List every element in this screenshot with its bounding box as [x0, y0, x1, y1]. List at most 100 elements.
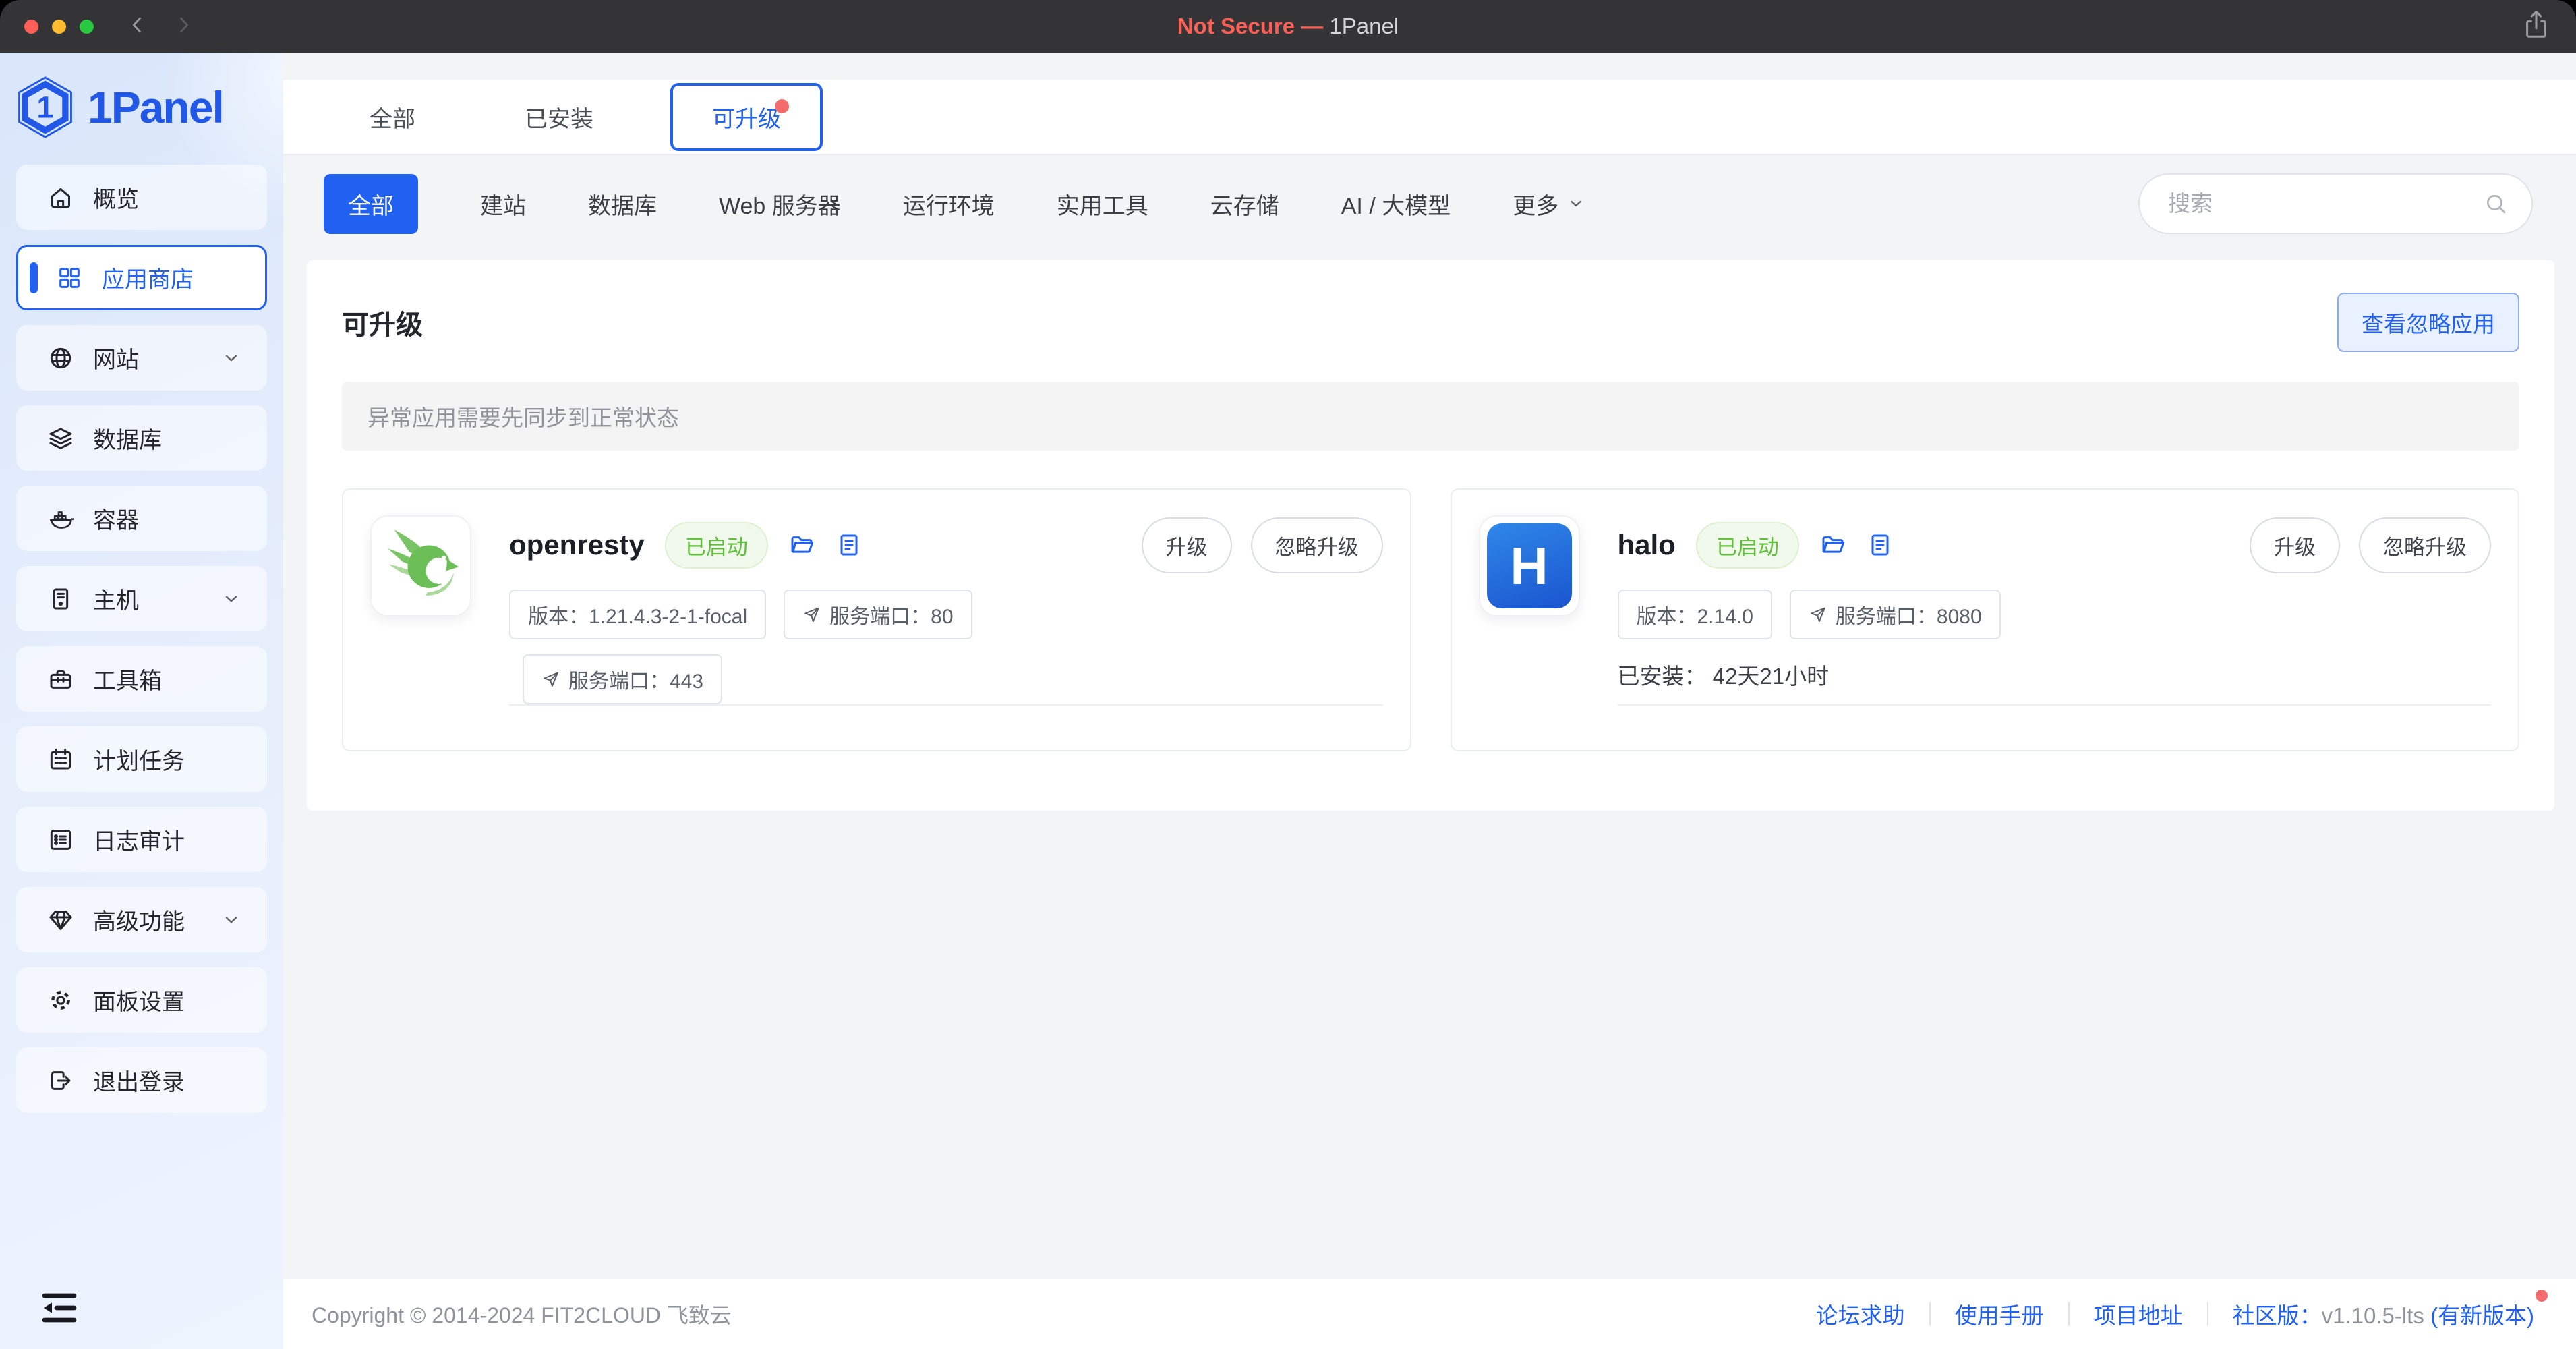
app-store-tabs: 全部 已安装 可升级: [283, 80, 2576, 154]
category-more[interactable]: 更多: [1513, 188, 1585, 221]
search-input[interactable]: [2168, 191, 2483, 217]
category-all[interactable]: 全部: [324, 174, 418, 234]
category-website[interactable]: 建站: [480, 188, 526, 221]
upgradable-panel: 可升级 查看忽略应用 异常应用需要先同步到正常状态: [307, 260, 2554, 811]
folder-icon[interactable]: [788, 532, 815, 558]
port-tag[interactable]: 服务端口：80: [784, 590, 972, 639]
search-box: [2138, 173, 2533, 234]
sidebar-item-label: 概览: [93, 181, 139, 214]
sidebar-menu: 概览 应用商店 网站: [0, 159, 283, 1273]
gear-icon: [47, 987, 74, 1014]
home-icon: [47, 184, 74, 211]
sidebar-item-label: 容器: [93, 502, 139, 535]
version-tag: 版本：1.21.4.3-2-1-focal: [509, 590, 766, 639]
openresty-app-icon: [370, 515, 471, 616]
sidebar-item-advanced[interactable]: 高级功能: [16, 887, 267, 952]
category-toolbar: 全部 建站 数据库 Web 服务器 运行环境 实用工具 云存储 AI / 大模型…: [283, 171, 2576, 236]
share-icon[interactable]: [2521, 8, 2552, 45]
main-content: 全部 已安装 可升级 全部 建站 数据库 Web 服务器 运行环境 实用工具 云…: [283, 53, 2576, 1349]
globe-icon: [47, 345, 74, 372]
divider: [2068, 1302, 2070, 1325]
section-title: 可升级: [342, 303, 423, 342]
log-file-icon[interactable]: [836, 532, 862, 558]
installed-duration: 已安装： 42天21小时: [1618, 658, 2492, 691]
docker-whale-icon: [47, 505, 74, 532]
halo-app-icon: H: [1479, 515, 1580, 616]
app-card-halo: H halo 已启动: [1451, 488, 2520, 751]
footer-link-manual[interactable]: 使用手册: [1955, 1298, 2044, 1330]
chevron-down-icon: [221, 348, 241, 368]
server-icon: [47, 585, 74, 612]
sidebar-item-overview[interactable]: 概览: [16, 165, 267, 230]
version-tag: 版本：2.14.0: [1618, 590, 1772, 639]
category-web-server[interactable]: Web 服务器: [719, 188, 841, 221]
ignore-upgrade-button[interactable]: 忽略升级: [1251, 517, 1383, 573]
minimize-window-button[interactable]: [52, 20, 66, 34]
version-info[interactable]: 社区版：v1.10.5-lts (有新版本): [2233, 1298, 2548, 1330]
footer-link-project[interactable]: 项目地址: [2094, 1298, 2183, 1330]
close-window-button[interactable]: [24, 20, 38, 34]
category-cloud-storage[interactable]: 云存储: [1210, 188, 1279, 221]
tab-upgradable[interactable]: 可升级: [670, 83, 823, 151]
app-name: openresty: [509, 529, 645, 561]
sidebar-item-container[interactable]: 容器: [16, 486, 267, 551]
category-database[interactable]: 数据库: [588, 188, 657, 221]
upgrade-button[interactable]: 升级: [2250, 517, 2340, 573]
sidebar-item-settings[interactable]: 面板设置: [16, 967, 267, 1033]
port-link-icon: [802, 605, 821, 624]
sidebar-item-label: 数据库: [93, 422, 162, 455]
status-badge: 已启动: [1696, 522, 1799, 569]
category-runtime[interactable]: 运行环境: [903, 188, 995, 221]
sidebar-item-logout[interactable]: 退出登录: [16, 1047, 267, 1113]
app-card-openresty: openresty 已启动 升级 忽略升级: [342, 488, 1411, 751]
sidebar-item-label: 日志审计: [93, 823, 185, 856]
view-ignored-apps-button[interactable]: 查看忽略应用: [2337, 293, 2519, 352]
chevron-down-icon: [1567, 194, 1585, 213]
new-version-dot-badge: [2536, 1290, 2548, 1302]
upgrade-button[interactable]: 升级: [1142, 517, 1232, 573]
sync-notice: 异常应用需要先同步到正常状态: [342, 382, 2519, 451]
footer: Copyright © 2014-2024 FIT2CLOUD 飞致云 论坛求助…: [283, 1279, 2576, 1349]
category-ai[interactable]: AI / 大模型: [1341, 188, 1451, 221]
sidebar-item-label: 应用商店: [102, 261, 194, 294]
diamond-icon: [47, 907, 74, 934]
port-tag[interactable]: 服务端口：443: [523, 654, 722, 704]
sidebar-item-database[interactable]: 数据库: [16, 405, 267, 471]
sidebar-item-cron[interactable]: 计划任务: [16, 726, 267, 792]
browser-window: Not Secure — 1Panel 1 1Panel: [0, 0, 2576, 1349]
divider: [2207, 1302, 2208, 1325]
log-file-icon[interactable]: [1867, 532, 1894, 558]
logo-text: 1Panel: [88, 82, 223, 133]
forward-icon[interactable]: [172, 13, 195, 40]
sidebar-item-label: 计划任务: [93, 743, 185, 776]
sidebar: 1 1Panel 概览 应用商店: [0, 53, 283, 1349]
category-tools[interactable]: 实用工具: [1057, 188, 1148, 221]
sidebar-item-label: 网站: [93, 341, 139, 374]
zoom-window-button[interactable]: [80, 20, 94, 34]
sidebar-item-website[interactable]: 网站: [16, 325, 267, 391]
back-icon[interactable]: [126, 13, 149, 40]
svg-text:1: 1: [36, 90, 53, 125]
audit-list-icon: [47, 826, 74, 853]
footer-link-forum[interactable]: 论坛求助: [1816, 1298, 1905, 1330]
chevron-down-icon: [221, 910, 241, 930]
folder-icon[interactable]: [1819, 532, 1846, 558]
app-grid-icon: [56, 264, 83, 291]
sidebar-item-host[interactable]: 主机: [16, 566, 267, 631]
port-tag[interactable]: 服务端口：8080: [1790, 590, 2001, 639]
collapse-sidebar-icon[interactable]: [0, 1273, 283, 1349]
calendar-icon: [47, 746, 74, 773]
sidebar-item-logs[interactable]: 日志审计: [16, 807, 267, 872]
logout-icon: [47, 1067, 74, 1094]
sidebar-item-app-store[interactable]: 应用商店: [16, 245, 267, 310]
port-link-icon: [1809, 605, 1827, 624]
ignore-upgrade-button[interactable]: 忽略升级: [2359, 517, 2491, 573]
tab-installed[interactable]: 已安装: [519, 87, 599, 147]
app-card-list: openresty 已启动 升级 忽略升级: [342, 488, 2519, 751]
logo[interactable]: 1 1Panel: [0, 53, 283, 159]
app-name: halo: [1618, 529, 1676, 561]
layers-icon: [47, 425, 74, 452]
logo-hexagon-icon: 1: [16, 76, 74, 139]
tab-all[interactable]: 全部: [364, 87, 421, 147]
sidebar-item-toolbox[interactable]: 工具箱: [16, 646, 267, 712]
